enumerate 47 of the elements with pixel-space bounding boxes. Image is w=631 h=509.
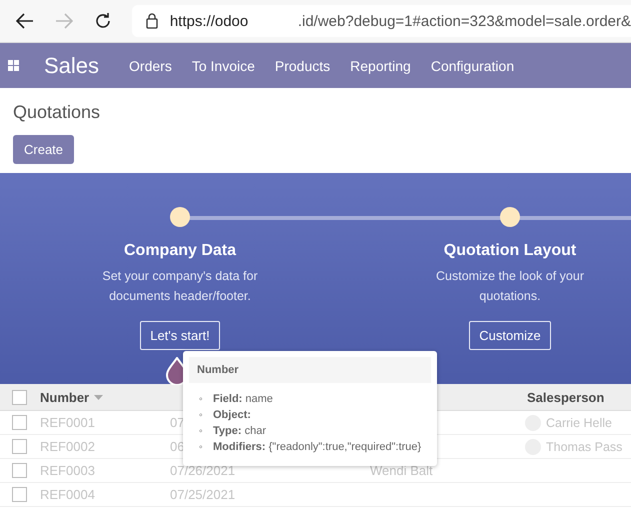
step-title: Quotation Layout [444, 242, 576, 260]
table-cell: Wendi Balt [370, 463, 433, 478]
row-checkbox[interactable] [12, 487, 27, 502]
table-cell: REF0003 [40, 463, 95, 478]
sort-caret-icon [94, 394, 104, 400]
tooltip-title: Number [189, 357, 431, 383]
row-checkbox[interactable] [12, 463, 27, 478]
table-cell: REF0002 [40, 439, 95, 454]
step-description: Set your company's data for documents header/footer. [101, 268, 259, 305]
table-cell: Thomas Pass [546, 440, 622, 454]
table-cell: 07 [170, 415, 184, 430]
tooltip-item: ◦ Field: name [199, 393, 273, 406]
step-description: Customize the look of your quotations. [435, 268, 585, 305]
menu-item[interactable]: To Invoice [192, 58, 255, 74]
table-cell: REF0001 [40, 415, 95, 430]
menu-item[interactable]: Configuration [430, 58, 514, 74]
column-header[interactable]: Number [40, 390, 90, 404]
create-button[interactable]: Create [13, 135, 74, 164]
back-arrow-icon [16, 13, 34, 29]
forward-arrow-icon [54, 13, 73, 29]
table-cell: 07/25/2021 [170, 487, 236, 502]
table-cell: Carrie Helle [546, 416, 612, 430]
table-cell: 07/26/2021 [170, 463, 236, 478]
step-dot [170, 207, 190, 227]
reload-icon [94, 12, 112, 30]
table-cell: REF0004 [40, 487, 95, 502]
page-title: Quotations [13, 102, 102, 123]
menu-item[interactable]: Orders [129, 58, 172, 74]
tooltip-item: ◦ Modifiers: {"readonly":true,"required":true} [199, 441, 422, 454]
row-checkbox[interactable] [12, 439, 27, 454]
menu-item[interactable]: Products [274, 58, 330, 74]
apps-grid-icon [8, 60, 20, 72]
select-all-checkbox[interactable] [12, 390, 27, 404]
app-title: Sales [44, 52, 100, 78]
url-path: .id/web?debug=1#action=323&model=sale.order& [298, 12, 631, 30]
step-dot [500, 207, 520, 227]
step-title: Company Data [124, 242, 236, 260]
tooltip-item: ◦ Type: char [199, 425, 266, 438]
step-button[interactable]: Customize [469, 321, 551, 350]
row-checkbox[interactable] [12, 415, 27, 430]
menu-item[interactable]: Reporting [350, 58, 411, 74]
step-button[interactable]: Let's start! [140, 321, 220, 350]
lock-icon [146, 13, 158, 29]
tooltip-item: ◦ Object: [199, 409, 251, 422]
column-header[interactable]: Salesperson [527, 390, 604, 404]
address-bar[interactable]: https://odoo .id/web?debug=1#action=323&model=sale.order& [132, 5, 631, 37]
url-host: https://odoo [170, 12, 250, 30]
